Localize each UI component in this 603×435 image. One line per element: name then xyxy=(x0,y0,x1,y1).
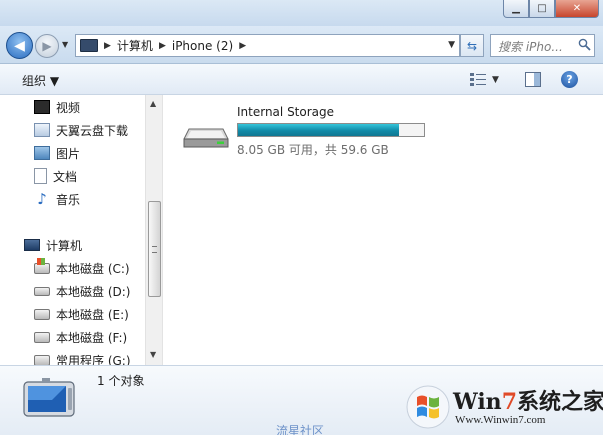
storage-name: Internal Storage xyxy=(237,105,335,119)
refresh-button[interactable]: ⇆ xyxy=(460,34,484,57)
organize-button[interactable]: 组织 ▼ xyxy=(22,72,59,89)
music-icon: ♪ xyxy=(37,190,47,208)
item-count: 1 个对象 xyxy=(97,374,145,388)
watermark-brand: Win7系统之家 xyxy=(453,384,603,416)
view-options-icon xyxy=(470,73,486,86)
change-view-button[interactable]: ▼ xyxy=(470,71,506,89)
computer-icon xyxy=(24,239,40,251)
title-bar: ▁ □ ✕ xyxy=(0,0,603,26)
sidebar-item-downloads[interactable]: 天翼云盘下载 xyxy=(34,120,128,140)
file-list: Internal Storage 8.05 GB 可用，共 59.6 GB xyxy=(162,95,603,365)
scroll-down-icon[interactable]: ▼ xyxy=(150,350,156,359)
drive-icon xyxy=(34,331,50,343)
help-button[interactable]: ? xyxy=(561,71,578,88)
sidebar-item-pictures[interactable]: 图片 xyxy=(34,143,80,163)
navigation-pane: 视频 天翼云盘下载 图片 文档 ♪ 音乐 计算机 本地磁盘 (C:) 本地磁盘 … xyxy=(0,95,162,365)
hard-drive-icon xyxy=(183,128,229,148)
documents-icon xyxy=(34,168,47,184)
drive-icon xyxy=(34,354,50,365)
command-bar: 组织 ▼ ▼ ? xyxy=(0,64,603,95)
sidebar-item-drive-g[interactable]: 常用程序 (G:) xyxy=(34,350,131,365)
device-icon xyxy=(80,39,98,52)
search-input[interactable]: 搜索 iPho... xyxy=(490,34,595,57)
breadcrumb-separator[interactable]: ▶ xyxy=(239,41,246,51)
storage-usage-fill xyxy=(238,124,399,136)
watermark-url: Www.Winwin7.com xyxy=(455,414,546,426)
sidebar-item-label: 本地磁盘 (E:) xyxy=(56,307,129,322)
sidebar-item-drive-d[interactable]: 本地磁盘 (D:) xyxy=(34,281,130,301)
chevron-down-icon[interactable]: ▼ xyxy=(492,75,499,85)
sidebar-item-music[interactable]: ♪ 音乐 xyxy=(34,189,80,209)
sidebar-item-drive-c[interactable]: 本地磁盘 (C:) xyxy=(34,257,130,278)
sidebar-item-label: 天翼云盘下载 xyxy=(56,123,129,138)
navigation-bar: ◀ ▶ ▼ ▶ 计算机 ▶ iPhone (2) ▶ ▼ ⇆ 搜索 iPho..… xyxy=(0,26,603,64)
download-folder-icon xyxy=(34,123,50,137)
windows-logo-icon xyxy=(406,385,450,429)
back-button[interactable]: ◀ xyxy=(6,32,33,59)
close-button[interactable]: ✕ xyxy=(555,0,599,18)
portable-device-icon xyxy=(23,378,75,417)
address-bar[interactable]: ▶ 计算机 ▶ iPhone (2) ▶ ▼ xyxy=(75,34,460,57)
search-icon[interactable] xyxy=(578,38,591,51)
sidebar-item-label: 本地磁盘 (F:) xyxy=(56,330,128,345)
minimize-button[interactable]: ▁ xyxy=(503,0,529,18)
sidebar-item-drive-f[interactable]: 本地磁盘 (F:) xyxy=(34,327,127,347)
sidebar-item-label: 文档 xyxy=(53,169,78,184)
sidebar-item-videos[interactable]: 视频 xyxy=(34,97,80,117)
watermark-brand-win: Win xyxy=(453,389,502,415)
breadcrumb-iphone[interactable]: iPhone (2) xyxy=(172,39,233,53)
drive-icon xyxy=(34,308,50,320)
sidebar-item-label: 本地磁盘 (C:) xyxy=(56,261,130,276)
forward-button[interactable]: ▶ xyxy=(35,34,59,58)
breadcrumb-computer[interactable]: 计算机 xyxy=(117,37,153,54)
pictures-icon xyxy=(34,146,50,160)
scrollbar-thumb[interactable] xyxy=(148,201,161,297)
grip-icon xyxy=(152,246,157,253)
sidebar-item-label: 图片 xyxy=(56,146,81,161)
sidebar-item-label: 计算机 xyxy=(46,238,83,253)
sidebar-item-label: 本地磁盘 (D:) xyxy=(56,284,131,299)
sidebar-item-label: 视频 xyxy=(56,100,81,115)
preview-pane-button[interactable] xyxy=(525,72,541,87)
sidebar-item-label: 常用程序 (G:) xyxy=(56,353,131,366)
recent-pages-dropdown[interactable]: ▼ xyxy=(62,40,68,49)
watermark-brand-cn: 系统之家 xyxy=(517,389,603,415)
navigation-pane-scrollbar[interactable]: ▲ ▼ xyxy=(145,95,162,365)
sidebar-item-label: 音乐 xyxy=(56,192,81,207)
sidebar-item-drive-e[interactable]: 本地磁盘 (E:) xyxy=(34,304,129,324)
storage-item-internal[interactable]: Internal Storage 8.05 GB 可用，共 59.6 GB xyxy=(181,105,431,161)
windows-drive-icon xyxy=(34,257,50,274)
video-icon xyxy=(34,100,50,114)
storage-usage-bar xyxy=(237,123,425,137)
watermark-brand-7: 7 xyxy=(501,389,517,415)
footer-watermark: 流星社区 xyxy=(276,424,325,435)
breadcrumb-separator[interactable]: ▶ xyxy=(159,41,166,51)
sidebar-item-computer[interactable]: 计算机 xyxy=(24,235,82,255)
search-placeholder: 搜索 iPho... xyxy=(498,40,563,54)
drive-icon xyxy=(34,286,50,296)
scroll-up-icon[interactable]: ▲ xyxy=(150,99,156,108)
maximize-button[interactable]: □ xyxy=(529,0,555,18)
storage-space-text: 8.05 GB 可用，共 59.6 GB xyxy=(237,143,389,157)
address-dropdown[interactable]: ▼ xyxy=(448,40,455,50)
breadcrumb-separator[interactable]: ▶ xyxy=(104,41,111,51)
sidebar-item-documents[interactable]: 文档 xyxy=(34,166,77,186)
window-controls: ▁ □ ✕ xyxy=(503,0,599,18)
site-watermark: Win7系统之家 Www.Winwin7.com xyxy=(405,380,603,435)
